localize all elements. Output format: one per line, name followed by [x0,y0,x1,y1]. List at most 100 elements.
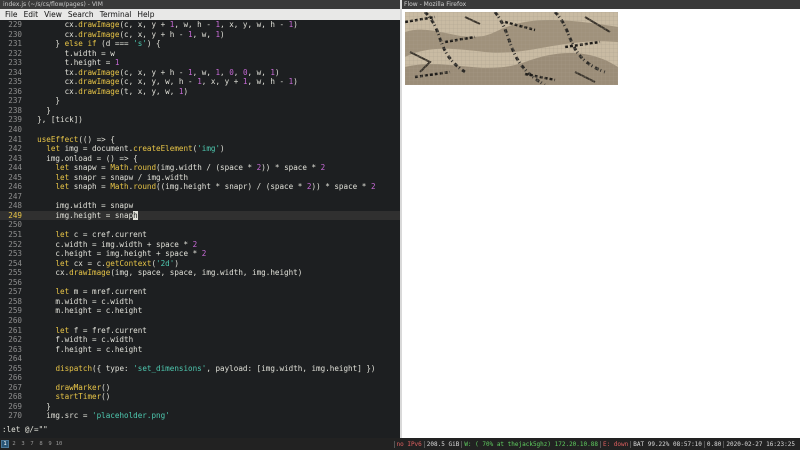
code-line[interactable]: 232 t.width = w [0,49,400,59]
code-line[interactable]: 261 let f = fref.current [0,326,400,336]
code-line[interactable]: 255 cx.drawImage(img, space, space, img.… [0,268,400,278]
menu-item-help[interactable]: Help [134,9,157,20]
line-number: 255 [8,268,22,278]
workspace-button-1[interactable]: 1 [1,440,9,448]
line-number: 252 [8,239,22,249]
vim-command-line[interactable]: :let @/="" [0,425,402,438]
line-number: 235 [8,77,22,87]
code-line[interactable]: 236 cx.drawImage(t, x, y, w, 1) [0,87,400,97]
code-line[interactable]: 234 tx.drawImage(c, x, y + h - 1, w, 1, … [0,68,400,78]
code-line[interactable]: 237 } [0,96,400,106]
line-number: 258 [8,296,22,306]
code-line[interactable]: 263 f.height = c.height [0,345,400,355]
code-line[interactable]: 268 startTimer() [0,392,400,402]
code-line[interactable]: 257 let m = mref.current [0,287,400,297]
menu-item-terminal[interactable]: Terminal [97,9,135,20]
code-line[interactable]: 231 } else if (d === 's') { [0,39,400,49]
code-text: f.width = c.width [28,335,134,345]
status-item: 208.5 GiB [423,440,462,448]
line-number: 246 [8,182,22,192]
line-number: 264 [8,354,22,364]
code-text: } [28,401,51,411]
code-line[interactable]: 240 [0,125,400,135]
code-line[interactable]: 242 let img = document.createElement('im… [0,144,400,154]
code-line[interactable]: 260 [0,316,400,326]
code-line[interactable]: 254 let cx = c.getContext('2d') [0,259,400,269]
code-line[interactable]: 262 f.width = c.width [0,335,400,345]
code-text: }, [tick]) [28,115,83,125]
code-line[interactable]: 252 c.width = img.width + space * 2 [0,240,400,250]
line-number: 237 [8,96,22,106]
code-line[interactable]: 251 let c = cref.current [0,230,400,240]
line-number: 261 [8,325,22,335]
code-line[interactable]: 239 }, [tick]) [0,115,400,125]
code-line[interactable]: 258 m.width = c.width [0,297,400,307]
menu-item-file[interactable]: File [2,9,21,20]
line-number: 230 [8,29,22,39]
text-cursor: h [133,210,138,220]
code-line[interactable]: 244 let snapw = Math.round(img.width / (… [0,163,400,173]
code-line[interactable]: 241 useEffect(() => { [0,135,400,145]
code-line[interactable]: 246 let snaph = Math.round((img.height *… [0,182,400,192]
code-line[interactable]: 249 img.height = snaph [0,210,400,221]
code-line[interactable]: 259 m.height = c.height [0,306,400,316]
code-text: c.height = img.height + space * 2 [28,249,207,259]
workspace-list: 1 2 3 7 8 9 10 [0,440,63,448]
line-number: 254 [8,258,22,268]
menu-item-edit[interactable]: Edit [21,9,42,20]
line-number: 233 [8,58,22,68]
code-line[interactable]: 253 c.height = img.height + space * 2 [0,249,400,259]
line-number: 259 [8,306,22,316]
workspace-button-2[interactable]: 2 [10,440,18,448]
workspace-button-8[interactable]: 8 [37,440,45,448]
line-number: 265 [8,363,22,373]
code-line[interactable]: 230 cx.drawImage(c, x, y + h - 1, w, 1) [0,30,400,40]
system-status-bar: 1 2 3 7 8 9 10 no IPv6 208.5 GiB W: ( 70% at the… [0,438,800,450]
code-line[interactable]: 233 t.height = 1 [0,58,400,68]
line-number: 240 [8,125,22,135]
code-text: cx.drawImage(t, x, y, w, 1) [28,86,189,96]
code-line[interactable]: 264 [0,354,400,364]
code-text: cx.drawImage(c, x, y, w, h - 1, x, y + 1… [28,77,298,87]
line-number: 239 [8,115,22,125]
code-line[interactable]: 267 drawMarker() [0,383,400,393]
line-number: 242 [8,144,22,154]
code-text: useEffect(() => { [37,134,115,144]
code-line[interactable]: 266 [0,373,400,383]
code-line[interactable]: 248 img.width = snapw [0,201,400,211]
workspace-button-3[interactable]: 3 [19,440,27,448]
code-text: f.height = c.height [28,344,143,354]
terminal-window[interactable]: index.js (~/s/cs/flow/pages) - VIM File E… [0,0,402,438]
vim-editor[interactable]: 229 cx.drawImage(c, x, y + 1, w, h - 1, … [0,20,400,425]
code-line[interactable]: 243 img.onload = () => { [0,154,400,164]
code-line[interactable]: 229 cx.drawImage(c, x, y + 1, w, h - 1, … [0,20,400,30]
firefox-window[interactable]: Flow - Mozilla Firefox [402,0,800,438]
code-line[interactable]: 238 } [0,106,400,116]
code-line[interactable]: 247 [0,192,400,202]
flow-canvas[interactable] [405,12,618,85]
line-number: 268 [8,392,22,402]
code-line[interactable]: 265 dispatch({ type: 'set_dimensions', p… [0,364,400,374]
workspace-button-7[interactable]: 7 [28,440,36,448]
code-line[interactable]: 256 [0,278,400,288]
code-text: let m = mref.current [55,287,147,297]
code-line[interactable]: 270 img.src = 'placeholder.png' [0,411,400,421]
workspace-button-10[interactable]: 10 [55,440,63,448]
line-number: 267 [8,382,22,392]
line-number: 266 [8,373,22,383]
code-text: startTimer() [55,392,111,402]
menu-item-view[interactable]: View [41,9,65,20]
workspace-button-9[interactable]: 9 [46,440,54,448]
code-text: tx.drawImage(c, x, y + h - 1, w, 1, 0, 0… [28,67,280,77]
code-line[interactable]: 245 let snapr = snapw / img.width [0,173,400,183]
code-line[interactable]: 235 cx.drawImage(c, x, y, w, h - 1, x, y… [0,77,400,87]
code-text: cx.drawImage(c, x, y + h - 1, w, 1) [28,29,225,39]
status-items: no IPv6 208.5 GiB W: ( 70% at thejack5ghz)… [393,440,800,448]
line-number: 248 [8,201,22,211]
code-line[interactable]: 250 [0,220,400,230]
menu-item-search[interactable]: Search [65,9,97,20]
code-text: let c = cref.current [55,230,147,240]
code-line[interactable]: 269 } [0,402,400,412]
code-text: dispatch({ type: 'set_dimensions', paylo… [55,363,376,373]
status-item: W: ( 70% at thejack5ghz) 172.20.10.88 [461,440,600,448]
